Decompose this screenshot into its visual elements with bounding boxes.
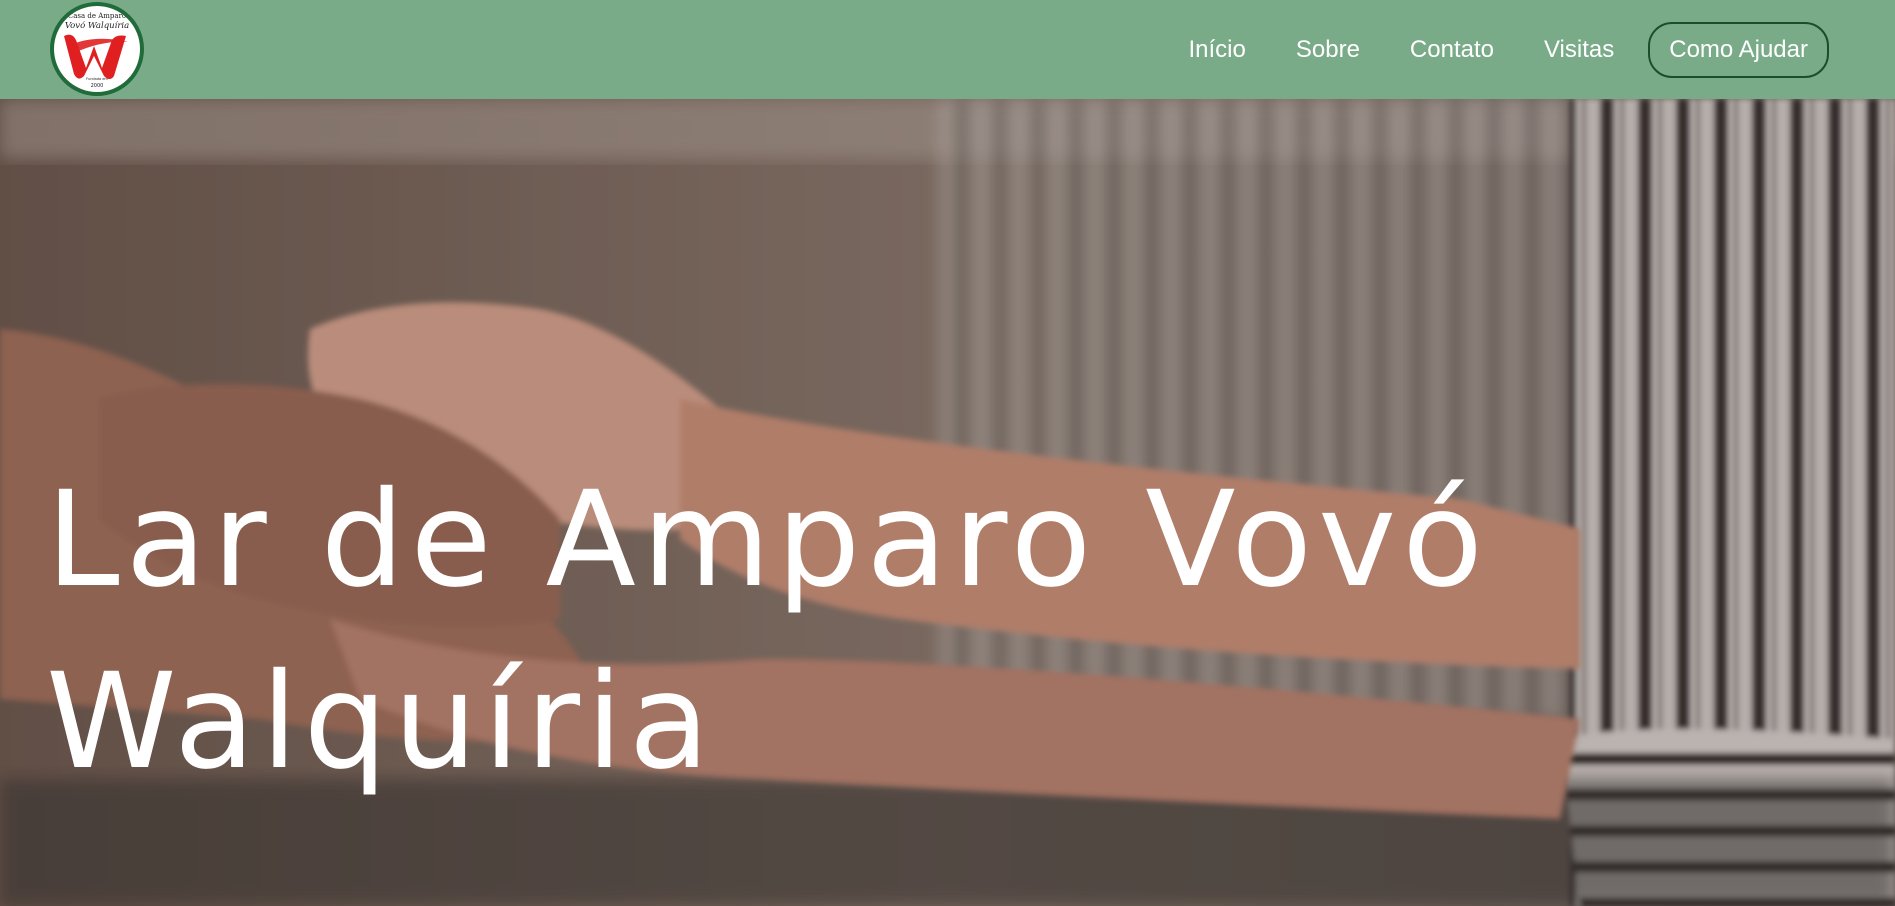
nav-link-inicio[interactable]: Início [1189,36,1246,64]
nav-link-contato[interactable]: Contato [1410,36,1494,64]
hero-section: Lar de Amparo Vovó Walquíria [0,99,1895,906]
logo-year-text: 2000 [91,83,104,89]
hero-title: Lar de Amparo Vovó Walquíria [46,463,1489,799]
nav-link-sobre[interactable]: Sobre [1296,36,1360,64]
logo[interactable]: Casa de Amparo Vovó Walquíria Fundada em… [50,2,144,96]
logo-mark-icon: Casa de Amparo Vovó Walquíria Fundada em… [64,12,129,89]
main-nav: Início Sobre Contato Visitas Como Ajudar [1189,0,1895,99]
logo-top-text: Casa de Amparo [68,12,126,20]
logo-name-text: Vovó Walquíria [65,20,129,31]
nav-link-visitas[interactable]: Visitas [1544,36,1614,64]
site-header: Casa de Amparo Vovó Walquíria Fundada em… [0,0,1895,99]
logo-bottom-text: Fundada em [86,77,108,81]
como-ajudar-button[interactable]: Como Ajudar [1648,21,1829,78]
